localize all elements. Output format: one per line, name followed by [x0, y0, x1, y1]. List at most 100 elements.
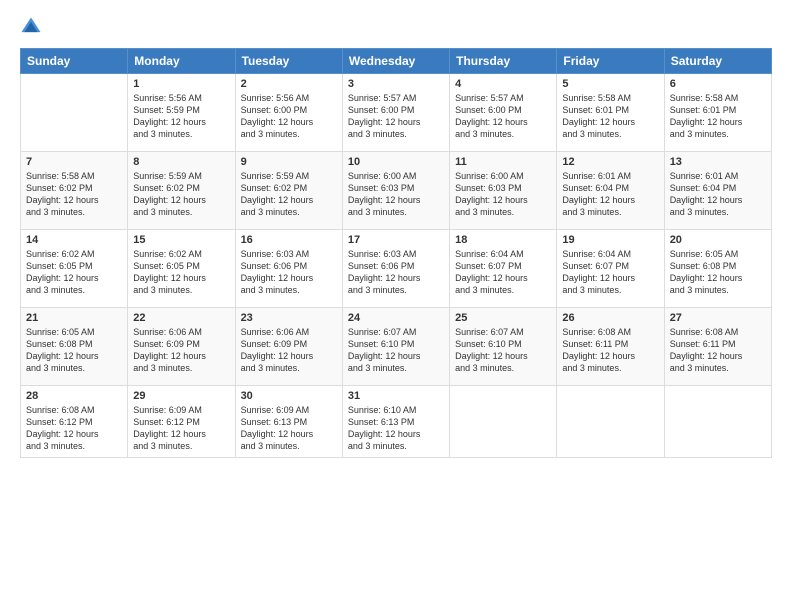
- day-info: Sunrise: 5:59 AM Sunset: 6:02 PM Dayligh…: [241, 170, 337, 219]
- calendar-week-1: 1 Sunrise: 5:56 AM Sunset: 5:59 PM Daylig…: [21, 74, 772, 152]
- day-number: 31: [348, 390, 444, 402]
- calendar-cell: 11Sunrise: 6:00 AM Sunset: 6:03 PM Dayli…: [450, 152, 557, 230]
- day-number: 23: [241, 312, 337, 324]
- calendar-cell: 14 Sunrise: 6:02 AM Sunset: 6:05 PM Dayli…: [21, 230, 128, 308]
- day-number: 22: [133, 312, 229, 324]
- day-number: 30: [241, 390, 337, 402]
- calendar-week-5: 28 Sunrise: 6:08 AM Sunset: 6:12 PM Dayli…: [21, 386, 772, 458]
- day-info: Sunrise: 6:02 AM Sunset: 6:05 PM Dayligh…: [26, 248, 122, 297]
- day-number: 9: [241, 156, 337, 168]
- day-number: 4: [455, 78, 551, 90]
- day-number: 5: [562, 78, 658, 90]
- calendar-cell: 16 Sunrise: 6:03 AM Sunset: 6:06 PM Dayli…: [235, 230, 342, 308]
- calendar-cell: [450, 386, 557, 458]
- calendar-cell: 23 Sunrise: 6:06 AM Sunset: 6:09 PM Dayli…: [235, 308, 342, 386]
- day-number: 26: [562, 312, 658, 324]
- calendar-cell: 20Sunrise: 6:05 AM Sunset: 6:08 PM Dayli…: [664, 230, 771, 308]
- calendar-cell: 30 Sunrise: 6:09 AM Sunset: 6:13 PM Dayli…: [235, 386, 342, 458]
- calendar-week-3: 14 Sunrise: 6:02 AM Sunset: 6:05 PM Dayli…: [21, 230, 772, 308]
- weekday-header-wednesday: Wednesday: [342, 49, 449, 74]
- weekday-header-saturday: Saturday: [664, 49, 771, 74]
- calendar-cell: 5 Sunrise: 5:58 AM Sunset: 6:01 PM Daylig…: [557, 74, 664, 152]
- calendar-cell: 10 Sunrise: 6:00 AM Sunset: 6:03 PM Dayli…: [342, 152, 449, 230]
- day-info: Sunrise: 6:07 AM Sunset: 6:10 PM Dayligh…: [455, 326, 551, 375]
- logo: [20, 16, 44, 38]
- calendar-cell: 2 Sunrise: 5:56 AM Sunset: 6:00 PM Daylig…: [235, 74, 342, 152]
- calendar-cell: [557, 386, 664, 458]
- day-number: 2: [241, 78, 337, 90]
- day-info: Sunrise: 6:09 AM Sunset: 6:13 PM Dayligh…: [241, 404, 337, 453]
- day-info: Sunrise: 6:08 AM Sunset: 6:11 PM Dayligh…: [562, 326, 658, 375]
- day-info: Sunrise: 5:58 AM Sunset: 6:02 PM Dayligh…: [26, 170, 122, 219]
- calendar-cell: 17 Sunrise: 6:03 AM Sunset: 6:06 PM Dayli…: [342, 230, 449, 308]
- day-number: 10: [348, 156, 444, 168]
- day-number: 19: [562, 234, 658, 246]
- day-info: Sunrise: 6:10 AM Sunset: 6:13 PM Dayligh…: [348, 404, 444, 453]
- day-number: 24: [348, 312, 444, 324]
- calendar-table: SundayMondayTuesdayWednesdayThursdayFrid…: [20, 48, 772, 458]
- day-info: Sunrise: 6:04 AM Sunset: 6:07 PM Dayligh…: [455, 248, 551, 297]
- calendar-cell: 7 Sunrise: 5:58 AM Sunset: 6:02 PM Daylig…: [21, 152, 128, 230]
- day-number: 13: [670, 156, 766, 168]
- calendar-week-4: 21 Sunrise: 6:05 AM Sunset: 6:08 PM Dayli…: [21, 308, 772, 386]
- day-info: Sunrise: 5:56 AM Sunset: 6:00 PM Dayligh…: [241, 92, 337, 141]
- day-info: Sunrise: 6:08 AM Sunset: 6:12 PM Dayligh…: [26, 404, 122, 453]
- day-info: Sunrise: 5:58 AM Sunset: 6:01 PM Dayligh…: [670, 92, 766, 141]
- day-number: 1: [133, 78, 229, 90]
- day-info: Sunrise: 6:00 AM Sunset: 6:03 PM Dayligh…: [348, 170, 444, 219]
- calendar-cell: 22Sunrise: 6:06 AM Sunset: 6:09 PM Dayli…: [128, 308, 235, 386]
- day-number: 16: [241, 234, 337, 246]
- day-number: 21: [26, 312, 122, 324]
- day-number: 17: [348, 234, 444, 246]
- calendar-cell: 24 Sunrise: 6:07 AM Sunset: 6:10 PM Dayli…: [342, 308, 449, 386]
- calendar-cell: 28 Sunrise: 6:08 AM Sunset: 6:12 PM Dayli…: [21, 386, 128, 458]
- calendar-cell: 13 Sunrise: 6:01 AM Sunset: 6:04 PM Dayli…: [664, 152, 771, 230]
- day-info: Sunrise: 5:56 AM Sunset: 5:59 PM Dayligh…: [133, 92, 229, 141]
- day-info: Sunrise: 6:01 AM Sunset: 6:04 PM Dayligh…: [562, 170, 658, 219]
- day-number: 7: [26, 156, 122, 168]
- calendar-cell: 3 Sunrise: 5:57 AM Sunset: 6:00 PM Daylig…: [342, 74, 449, 152]
- day-info: Sunrise: 6:01 AM Sunset: 6:04 PM Dayligh…: [670, 170, 766, 219]
- calendar-cell: 27 Sunrise: 6:08 AM Sunset: 6:11 PM Dayli…: [664, 308, 771, 386]
- day-number: 29: [133, 390, 229, 402]
- page: SundayMondayTuesdayWednesdayThursdayFrid…: [0, 0, 792, 612]
- day-info: Sunrise: 6:09 AM Sunset: 6:12 PM Dayligh…: [133, 404, 229, 453]
- weekday-header-sunday: Sunday: [21, 49, 128, 74]
- calendar-cell: 18 Sunrise: 6:04 AM Sunset: 6:07 PM Dayli…: [450, 230, 557, 308]
- day-info: Sunrise: 6:07 AM Sunset: 6:10 PM Dayligh…: [348, 326, 444, 375]
- header: [20, 16, 772, 38]
- day-number: 28: [26, 390, 122, 402]
- day-info: Sunrise: 6:05 AM Sunset: 6:08 PM Dayligh…: [26, 326, 122, 375]
- day-info: Sunrise: 5:57 AM Sunset: 6:00 PM Dayligh…: [455, 92, 551, 141]
- calendar-cell: 9 Sunrise: 5:59 AM Sunset: 6:02 PM Daylig…: [235, 152, 342, 230]
- day-number: 14: [26, 234, 122, 246]
- day-info: Sunrise: 5:57 AM Sunset: 6:00 PM Dayligh…: [348, 92, 444, 141]
- day-number: 11: [455, 156, 551, 168]
- weekday-header-friday: Friday: [557, 49, 664, 74]
- day-number: 27: [670, 312, 766, 324]
- calendar-cell: [21, 74, 128, 152]
- day-info: Sunrise: 6:04 AM Sunset: 6:07 PM Dayligh…: [562, 248, 658, 297]
- calendar-cell: 29 Sunrise: 6:09 AM Sunset: 6:12 PM Dayli…: [128, 386, 235, 458]
- calendar-cell: 31 Sunrise: 6:10 AM Sunset: 6:13 PM Dayli…: [342, 386, 449, 458]
- calendar-cell: 19 Sunrise: 6:04 AM Sunset: 6:07 PM Dayli…: [557, 230, 664, 308]
- weekday-header-row: SundayMondayTuesdayWednesdayThursdayFrid…: [21, 49, 772, 74]
- day-number: 3: [348, 78, 444, 90]
- day-info: Sunrise: 6:03 AM Sunset: 6:06 PM Dayligh…: [241, 248, 337, 297]
- weekday-header-thursday: Thursday: [450, 49, 557, 74]
- calendar-cell: 8 Sunrise: 5:59 AM Sunset: 6:02 PM Daylig…: [128, 152, 235, 230]
- calendar-cell: 15Sunrise: 6:02 AM Sunset: 6:05 PM Dayli…: [128, 230, 235, 308]
- day-info: Sunrise: 6:02 AM Sunset: 6:05 PM Dayligh…: [133, 248, 229, 297]
- weekday-header-monday: Monday: [128, 49, 235, 74]
- day-info: Sunrise: 6:03 AM Sunset: 6:06 PM Dayligh…: [348, 248, 444, 297]
- day-number: 8: [133, 156, 229, 168]
- day-number: 6: [670, 78, 766, 90]
- day-info: Sunrise: 6:06 AM Sunset: 6:09 PM Dayligh…: [241, 326, 337, 375]
- day-number: 18: [455, 234, 551, 246]
- day-info: Sunrise: 6:08 AM Sunset: 6:11 PM Dayligh…: [670, 326, 766, 375]
- day-number: 25: [455, 312, 551, 324]
- calendar-cell: 25 Sunrise: 6:07 AM Sunset: 6:10 PM Dayli…: [450, 308, 557, 386]
- day-info: Sunrise: 5:58 AM Sunset: 6:01 PM Dayligh…: [562, 92, 658, 141]
- day-info: Sunrise: 5:59 AM Sunset: 6:02 PM Dayligh…: [133, 170, 229, 219]
- calendar-week-2: 7 Sunrise: 5:58 AM Sunset: 6:02 PM Daylig…: [21, 152, 772, 230]
